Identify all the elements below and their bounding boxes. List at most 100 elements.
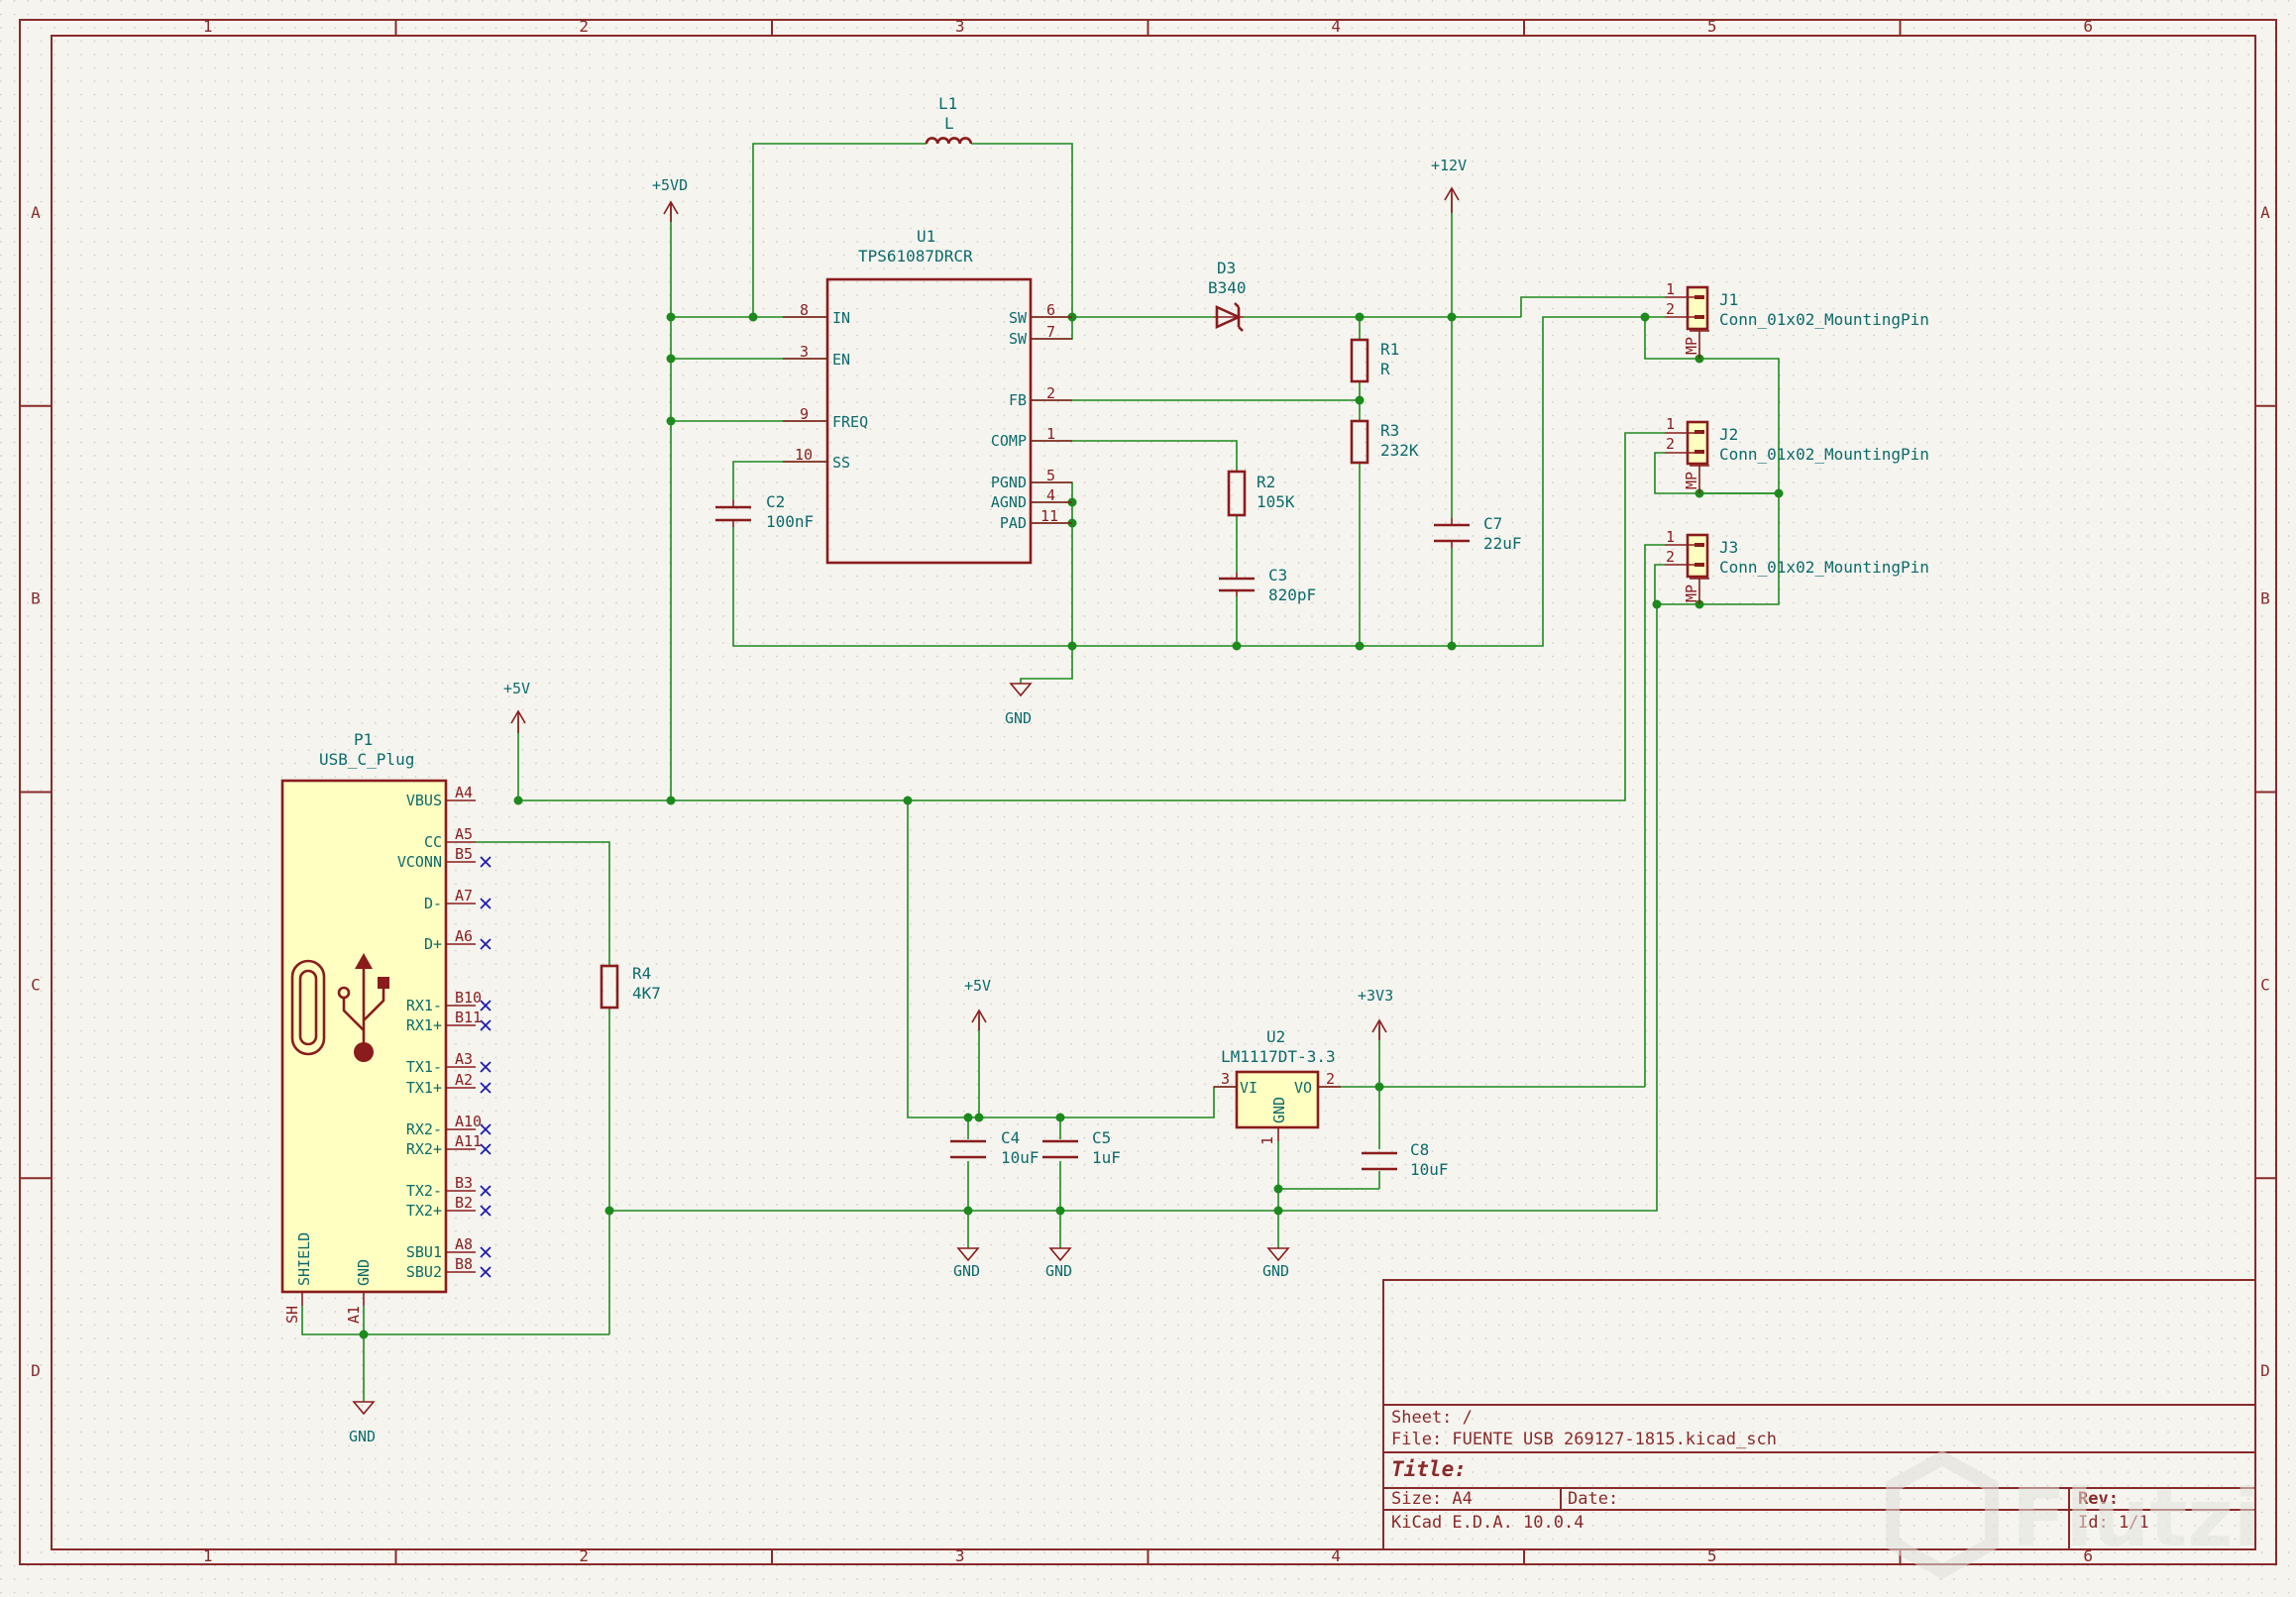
usb-pin-number: A6: [455, 927, 473, 945]
frame-row-label: A: [31, 203, 41, 222]
r2-value: 105K: [1257, 492, 1295, 511]
c3-ref: C3: [1268, 566, 1287, 585]
usb-pin-number: B10: [455, 989, 482, 1007]
tb-file: File: FUENTE USB 269127-1815.kicad_sch: [1391, 1430, 1777, 1449]
usb-pin-number: B11: [455, 1009, 482, 1026]
c2-ref: C2: [766, 492, 785, 511]
u1-pin-name: PAD: [1000, 514, 1027, 532]
r1-ref: R1: [1380, 340, 1399, 359]
label-gnd: GND: [1005, 709, 1032, 727]
u1-pin-name: COMP: [991, 432, 1027, 450]
usb-pin-number: A10: [455, 1113, 482, 1130]
usb-pin-name: VCONN: [397, 853, 442, 871]
u1-pin-num: 11: [1040, 507, 1058, 525]
u2-vo: VO: [1294, 1079, 1312, 1097]
label-5vd: +5VD: [652, 176, 688, 194]
c8-ref: C8: [1410, 1140, 1429, 1159]
usb-pin-name: D-: [424, 895, 442, 912]
r3-value: 232K: [1380, 441, 1419, 460]
frame-column-label: 6: [2083, 17, 2093, 36]
usb-pin-number: A5: [455, 825, 473, 843]
j3-pin-1: 1: [1666, 528, 1675, 546]
label-12v: +12V: [1431, 157, 1467, 174]
u1-ref: U1: [917, 227, 935, 246]
label-3v3: +3V3: [1358, 987, 1393, 1005]
j3-pin-mp: MP: [1683, 585, 1700, 602]
label-gnd: GND: [1045, 1262, 1072, 1280]
usb-pin-name: SBU1: [406, 1243, 442, 1261]
c8-value: 10uF: [1410, 1160, 1449, 1179]
r3-ref: R3: [1380, 421, 1399, 440]
frame-column-label: 2: [579, 17, 589, 36]
p1-ref: P1: [354, 730, 373, 749]
u1-pin-num: 2: [1046, 384, 1055, 402]
usb-pin-number: A11: [455, 1132, 482, 1150]
label-gnd: GND: [1262, 1262, 1289, 1280]
frame-row-label: D: [2260, 1361, 2270, 1380]
u2-ref: U2: [1266, 1027, 1285, 1046]
j2-value: Conn_01x02_MountingPin: [1719, 445, 1929, 464]
u1-pin-name: FB: [1009, 391, 1027, 409]
usb-pin-number: B3: [455, 1174, 473, 1192]
u1-pin-num: 10: [795, 446, 813, 464]
p1-sh-pin: SH: [283, 1306, 301, 1324]
u1-pin-num: 1: [1046, 425, 1055, 443]
r4-ref: R4: [632, 964, 651, 983]
usb-pin-name: TX1+: [406, 1079, 442, 1097]
c2-value: 100nF: [766, 512, 814, 531]
j1-value: Conn_01x02_MountingPin: [1719, 310, 1929, 329]
u1-pin-num: 6: [1046, 301, 1055, 319]
usb-pin-number: A3: [455, 1050, 473, 1068]
usb-pin-number: B5: [455, 845, 473, 863]
usb-pin-number: A7: [455, 887, 473, 905]
u1-value: TPS61087DRCR: [858, 247, 973, 266]
usb-pin-number: B2: [455, 1194, 473, 1212]
u1-pin-name: EN: [832, 351, 850, 369]
usb-pin-name: TX2+: [406, 1202, 442, 1220]
frame-row-label: D: [31, 1361, 41, 1380]
schematic-sheet: 112233445566 A AB BC CD D L1 L U1 TPS610…: [0, 0, 2296, 1597]
c3-value: 820pF: [1268, 586, 1316, 604]
p1-gnd-label: GND: [355, 1259, 373, 1286]
p1-shield-label: SHIELD: [295, 1232, 313, 1286]
usb-pin-number: B8: [455, 1255, 473, 1273]
j1-ref: J1: [1719, 290, 1738, 309]
j1-pin-1: 1: [1666, 280, 1675, 298]
r4-value: 4K7: [632, 984, 661, 1003]
u1-pin-num: 7: [1046, 323, 1055, 341]
tb-size: Size: A4: [1391, 1489, 1473, 1509]
usb-pin-name: VBUS: [406, 792, 442, 809]
j3-ref: J3: [1719, 538, 1738, 557]
u1-pin-name: PGND: [991, 474, 1027, 491]
u1-pin-num: 9: [800, 405, 809, 423]
u1-pin-name: FREQ: [832, 413, 868, 431]
usb-pin-name: RX1-: [406, 997, 442, 1014]
j2-pin-mp: MP: [1683, 472, 1700, 489]
tb-tool: KiCad E.D.A. 10.0.4: [1391, 1513, 1584, 1533]
frame-row-label: B: [2260, 589, 2270, 608]
usb-pin-name: TX1-: [406, 1058, 442, 1076]
frame-row-label: C: [2260, 975, 2270, 994]
frame-column-label: 1: [203, 1546, 213, 1565]
u1-pin-num: 5: [1046, 467, 1055, 484]
label-5v-ldo: +5V: [964, 977, 991, 995]
frame-column-label: 2: [579, 1546, 589, 1565]
usb-pin-name: SBU2: [406, 1263, 442, 1281]
c5-value: 1uF: [1092, 1148, 1121, 1167]
j1-pin-2: 2: [1666, 300, 1675, 318]
u2-pin-vi: 3: [1221, 1070, 1230, 1088]
usb-pin-number: A2: [455, 1071, 473, 1089]
usb-pin-name: TX2-: [406, 1182, 442, 1200]
frame-row-label: B: [31, 589, 41, 608]
p1-a1-pin: A1: [345, 1306, 363, 1324]
l1-ref: L1: [938, 94, 957, 113]
j2-pin-2: 2: [1666, 435, 1675, 453]
u2-pin-gnd: 1: [1258, 1136, 1276, 1145]
d3-value: B340: [1208, 278, 1247, 297]
c5-ref: C5: [1092, 1128, 1111, 1147]
c7-value: 22uF: [1483, 534, 1522, 553]
frame-column-label: 3: [955, 1546, 965, 1565]
label-5v-usb: +5V: [503, 680, 530, 697]
tb-sheet: Sheet: /: [1391, 1408, 1473, 1428]
u1-pin-name: SW: [1009, 309, 1028, 327]
